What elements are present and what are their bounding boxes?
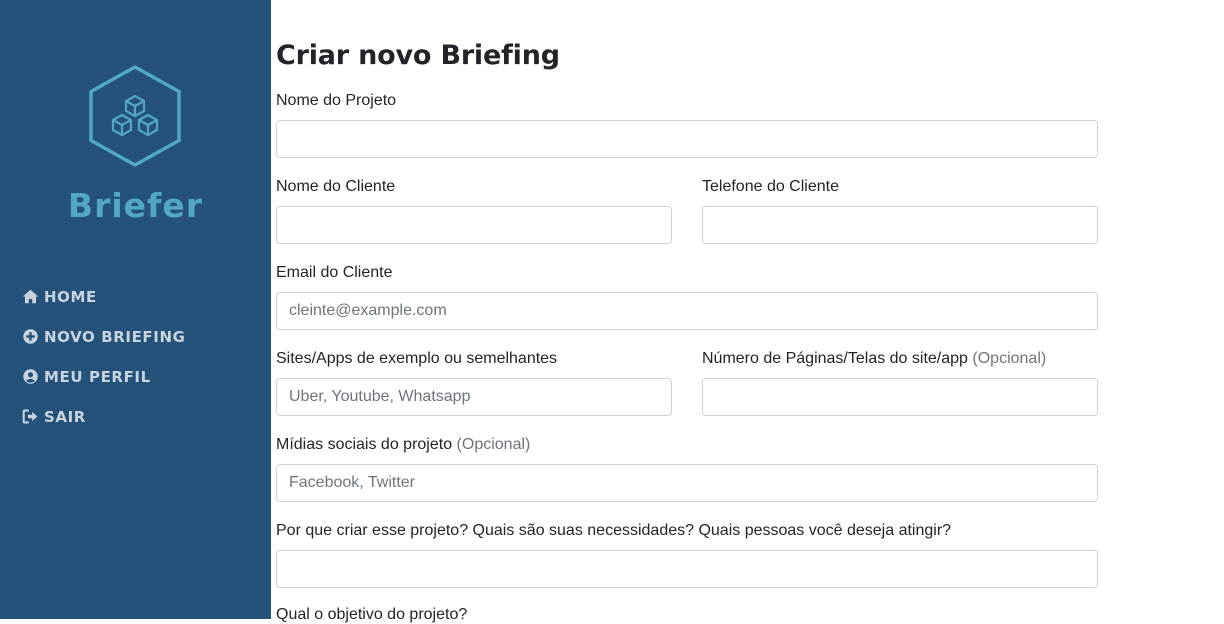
hexagon-cubes-logo: [88, 64, 182, 168]
page-title: Criar novo Briefing: [276, 40, 560, 71]
client-phone-label: Telefone do Cliente: [702, 178, 839, 195]
sidebar-item-home[interactable]: HOME: [22, 276, 186, 316]
client-email-label: Email do Cliente: [276, 264, 393, 281]
page-count-label-text: Número de Páginas/Telas do site/app: [702, 350, 968, 367]
sidebar-item-novo-briefing[interactable]: NOVO BRIEFING: [22, 316, 186, 356]
why-project-input[interactable]: [276, 550, 1098, 588]
sidebar-item-label: SAIR: [44, 408, 86, 426]
client-name-label: Nome do Cliente: [276, 178, 396, 195]
sidebar-nav: HOME NOVO BRIEFING MEU PERFIL SAIR: [22, 276, 186, 436]
client-email-input[interactable]: [276, 292, 1098, 330]
client-name-input[interactable]: [276, 206, 672, 244]
sidebar-item-label: HOME: [44, 288, 97, 306]
objective-label: Qual o objetivo do projeto?: [276, 606, 468, 623]
example-sites-label: Sites/Apps de exemplo ou semelhantes: [276, 350, 558, 367]
social-media-label: Mídias sociais do projeto (Opcional): [276, 436, 530, 454]
sidebar-item-label: NOVO BRIEFING: [44, 328, 186, 346]
plus-circle-icon: [22, 328, 39, 345]
page-count-label: Número de Páginas/Telas do site/app (Opc…: [702, 350, 1046, 368]
why-project-label: Por que criar esse projeto? Quais são su…: [276, 522, 952, 539]
sign-out-icon: [22, 408, 39, 425]
optional-tag: (Opcional): [972, 350, 1047, 367]
home-icon: [22, 288, 39, 305]
project-name-label: Nome do Projeto: [276, 92, 397, 109]
project-name-input[interactable]: [276, 120, 1098, 158]
client-phone-input[interactable]: [702, 206, 1098, 244]
sidebar-item-meu-perfil[interactable]: MEU PERFIL: [22, 356, 186, 396]
social-media-label-text: Mídias sociais do projeto: [276, 436, 453, 453]
sidebar-item-label: MEU PERFIL: [44, 368, 151, 386]
sidebar-item-sair[interactable]: SAIR: [22, 396, 186, 436]
brand-name: Briefer: [67, 186, 204, 225]
example-sites-input[interactable]: [276, 378, 672, 416]
social-media-input[interactable]: [276, 464, 1098, 502]
user-circle-icon: [22, 368, 39, 385]
sidebar: Briefer HOME NOVO BRIEFING MEU PERFIL SA…: [0, 0, 271, 619]
optional-tag: (Opcional): [456, 436, 531, 453]
page-count-input[interactable]: [702, 378, 1098, 416]
